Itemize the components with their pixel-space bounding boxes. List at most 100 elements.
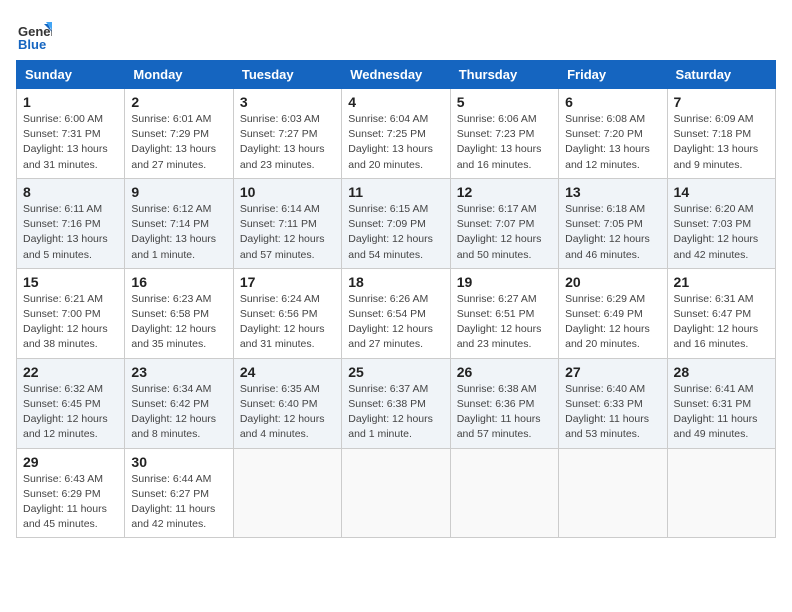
day-info: Sunrise: 6:00 AM Sunset: 7:31 PM Dayligh… [23, 112, 118, 173]
week-row-2: 8 Sunrise: 6:11 AM Sunset: 7:16 PM Daylig… [17, 178, 776, 268]
day-number: 13 [565, 184, 660, 200]
calendar-cell: 7 Sunrise: 6:09 AM Sunset: 7:18 PM Daylig… [667, 89, 775, 179]
calendar-cell: 5 Sunrise: 6:06 AM Sunset: 7:23 PM Daylig… [450, 89, 558, 179]
weekday-wednesday: Wednesday [342, 61, 450, 89]
day-number: 19 [457, 274, 552, 290]
weekday-sunday: Sunday [17, 61, 125, 89]
day-number: 24 [240, 364, 335, 380]
day-number: 17 [240, 274, 335, 290]
day-number: 11 [348, 184, 443, 200]
calendar-cell: 20 Sunrise: 6:29 AM Sunset: 6:49 PM Dayli… [559, 268, 667, 358]
day-info: Sunrise: 6:31 AM Sunset: 6:47 PM Dayligh… [674, 292, 769, 353]
week-row-3: 15 Sunrise: 6:21 AM Sunset: 7:00 PM Dayli… [17, 268, 776, 358]
week-row-5: 29 Sunrise: 6:43 AM Sunset: 6:29 PM Dayli… [17, 448, 776, 538]
day-info: Sunrise: 6:40 AM Sunset: 6:33 PM Dayligh… [565, 382, 660, 443]
day-number: 1 [23, 94, 118, 110]
day-info: Sunrise: 6:32 AM Sunset: 6:45 PM Dayligh… [23, 382, 118, 443]
logo-icon: General Blue [16, 16, 52, 52]
day-number: 29 [23, 454, 118, 470]
day-info: Sunrise: 6:09 AM Sunset: 7:18 PM Dayligh… [674, 112, 769, 173]
day-info: Sunrise: 6:43 AM Sunset: 6:29 PM Dayligh… [23, 472, 118, 533]
calendar-cell: 18 Sunrise: 6:26 AM Sunset: 6:54 PM Dayli… [342, 268, 450, 358]
calendar-cell: 30Sunrise: 6:44 AM Sunset: 6:27 PM Dayli… [125, 448, 233, 538]
day-number: 2 [131, 94, 226, 110]
day-info: Sunrise: 6:08 AM Sunset: 7:20 PM Dayligh… [565, 112, 660, 173]
day-info: Sunrise: 6:41 AM Sunset: 6:31 PM Dayligh… [674, 382, 769, 443]
day-info: Sunrise: 6:37 AM Sunset: 6:38 PM Dayligh… [348, 382, 443, 443]
calendar-cell: 4Sunrise: 6:04 AM Sunset: 7:25 PM Daylig… [342, 89, 450, 179]
calendar-body: 1 Sunrise: 6:00 AM Sunset: 7:31 PM Daylig… [17, 89, 776, 538]
weekday-thursday: Thursday [450, 61, 558, 89]
day-info: Sunrise: 6:21 AM Sunset: 7:00 PM Dayligh… [23, 292, 118, 353]
weekday-saturday: Saturday [667, 61, 775, 89]
calendar-cell [233, 448, 341, 538]
svg-text:Blue: Blue [18, 37, 46, 52]
calendar-cell: 15 Sunrise: 6:21 AM Sunset: 7:00 PM Dayli… [17, 268, 125, 358]
day-info: Sunrise: 6:38 AM Sunset: 6:36 PM Dayligh… [457, 382, 552, 443]
page-header: General Blue [16, 16, 776, 52]
day-info: Sunrise: 6:12 AM Sunset: 7:14 PM Dayligh… [131, 202, 226, 263]
calendar-cell: 17 Sunrise: 6:24 AM Sunset: 6:56 PM Dayli… [233, 268, 341, 358]
weekday-monday: Monday [125, 61, 233, 89]
day-number: 28 [674, 364, 769, 380]
day-number: 25 [348, 364, 443, 380]
day-info: Sunrise: 6:20 AM Sunset: 7:03 PM Dayligh… [674, 202, 769, 263]
calendar-cell [559, 448, 667, 538]
day-number: 18 [348, 274, 443, 290]
day-number: 15 [23, 274, 118, 290]
calendar-cell: 14 Sunrise: 6:20 AM Sunset: 7:03 PM Dayli… [667, 178, 775, 268]
calendar-cell: 29 Sunrise: 6:43 AM Sunset: 6:29 PM Dayli… [17, 448, 125, 538]
calendar-cell: 23 Sunrise: 6:34 AM Sunset: 6:42 PM Dayli… [125, 358, 233, 448]
day-number: 5 [457, 94, 552, 110]
day-info: Sunrise: 6:34 AM Sunset: 6:42 PM Dayligh… [131, 382, 226, 443]
day-number: 7 [674, 94, 769, 110]
day-info: Sunrise: 6:06 AM Sunset: 7:23 PM Dayligh… [457, 112, 552, 173]
day-info: Sunrise: 6:11 AM Sunset: 7:16 PM Dayligh… [23, 202, 118, 263]
day-number: 6 [565, 94, 660, 110]
day-info: Sunrise: 6:14 AM Sunset: 7:11 PM Dayligh… [240, 202, 335, 263]
day-info: Sunrise: 6:17 AM Sunset: 7:07 PM Dayligh… [457, 202, 552, 263]
day-number: 8 [23, 184, 118, 200]
day-number: 12 [457, 184, 552, 200]
calendar-cell: 26Sunrise: 6:38 AM Sunset: 6:36 PM Dayli… [450, 358, 558, 448]
calendar-cell: 12 Sunrise: 6:17 AM Sunset: 7:07 PM Dayli… [450, 178, 558, 268]
calendar-cell: 3 Sunrise: 6:03 AM Sunset: 7:27 PM Daylig… [233, 89, 341, 179]
calendar-cell: 8 Sunrise: 6:11 AM Sunset: 7:16 PM Daylig… [17, 178, 125, 268]
calendar-cell [342, 448, 450, 538]
day-number: 22 [23, 364, 118, 380]
calendar-cell: 24 Sunrise: 6:35 AM Sunset: 6:40 PM Dayli… [233, 358, 341, 448]
day-info: Sunrise: 6:35 AM Sunset: 6:40 PM Dayligh… [240, 382, 335, 443]
day-info: Sunrise: 6:27 AM Sunset: 6:51 PM Dayligh… [457, 292, 552, 353]
day-info: Sunrise: 6:18 AM Sunset: 7:05 PM Dayligh… [565, 202, 660, 263]
day-number: 3 [240, 94, 335, 110]
day-number: 27 [565, 364, 660, 380]
day-number: 23 [131, 364, 226, 380]
day-number: 20 [565, 274, 660, 290]
day-info: Sunrise: 6:03 AM Sunset: 7:27 PM Dayligh… [240, 112, 335, 173]
weekday-header-row: SundayMondayTuesdayWednesdayThursdayFrid… [17, 61, 776, 89]
logo: General Blue [16, 16, 56, 52]
calendar-cell: 1 Sunrise: 6:00 AM Sunset: 7:31 PM Daylig… [17, 89, 125, 179]
calendar-cell: 27 Sunrise: 6:40 AM Sunset: 6:33 PM Dayli… [559, 358, 667, 448]
day-number: 14 [674, 184, 769, 200]
week-row-1: 1 Sunrise: 6:00 AM Sunset: 7:31 PM Daylig… [17, 89, 776, 179]
day-info: Sunrise: 6:23 AM Sunset: 6:58 PM Dayligh… [131, 292, 226, 353]
day-info: Sunrise: 6:44 AM Sunset: 6:27 PM Dayligh… [131, 472, 226, 533]
day-number: 10 [240, 184, 335, 200]
day-number: 16 [131, 274, 226, 290]
day-info: Sunrise: 6:26 AM Sunset: 6:54 PM Dayligh… [348, 292, 443, 353]
calendar-cell: 28 Sunrise: 6:41 AM Sunset: 6:31 PM Dayli… [667, 358, 775, 448]
day-number: 21 [674, 274, 769, 290]
calendar-table: SundayMondayTuesdayWednesdayThursdayFrid… [16, 60, 776, 538]
weekday-tuesday: Tuesday [233, 61, 341, 89]
calendar-cell: 6 Sunrise: 6:08 AM Sunset: 7:20 PM Daylig… [559, 89, 667, 179]
calendar-cell: 22 Sunrise: 6:32 AM Sunset: 6:45 PM Dayli… [17, 358, 125, 448]
calendar-cell [667, 448, 775, 538]
calendar-cell: 13 Sunrise: 6:18 AM Sunset: 7:05 PM Dayli… [559, 178, 667, 268]
day-info: Sunrise: 6:29 AM Sunset: 6:49 PM Dayligh… [565, 292, 660, 353]
calendar-cell: 21 Sunrise: 6:31 AM Sunset: 6:47 PM Dayli… [667, 268, 775, 358]
calendar-cell: 9Sunrise: 6:12 AM Sunset: 7:14 PM Daylig… [125, 178, 233, 268]
day-info: Sunrise: 6:24 AM Sunset: 6:56 PM Dayligh… [240, 292, 335, 353]
weekday-friday: Friday [559, 61, 667, 89]
calendar-cell: 16 Sunrise: 6:23 AM Sunset: 6:58 PM Dayli… [125, 268, 233, 358]
